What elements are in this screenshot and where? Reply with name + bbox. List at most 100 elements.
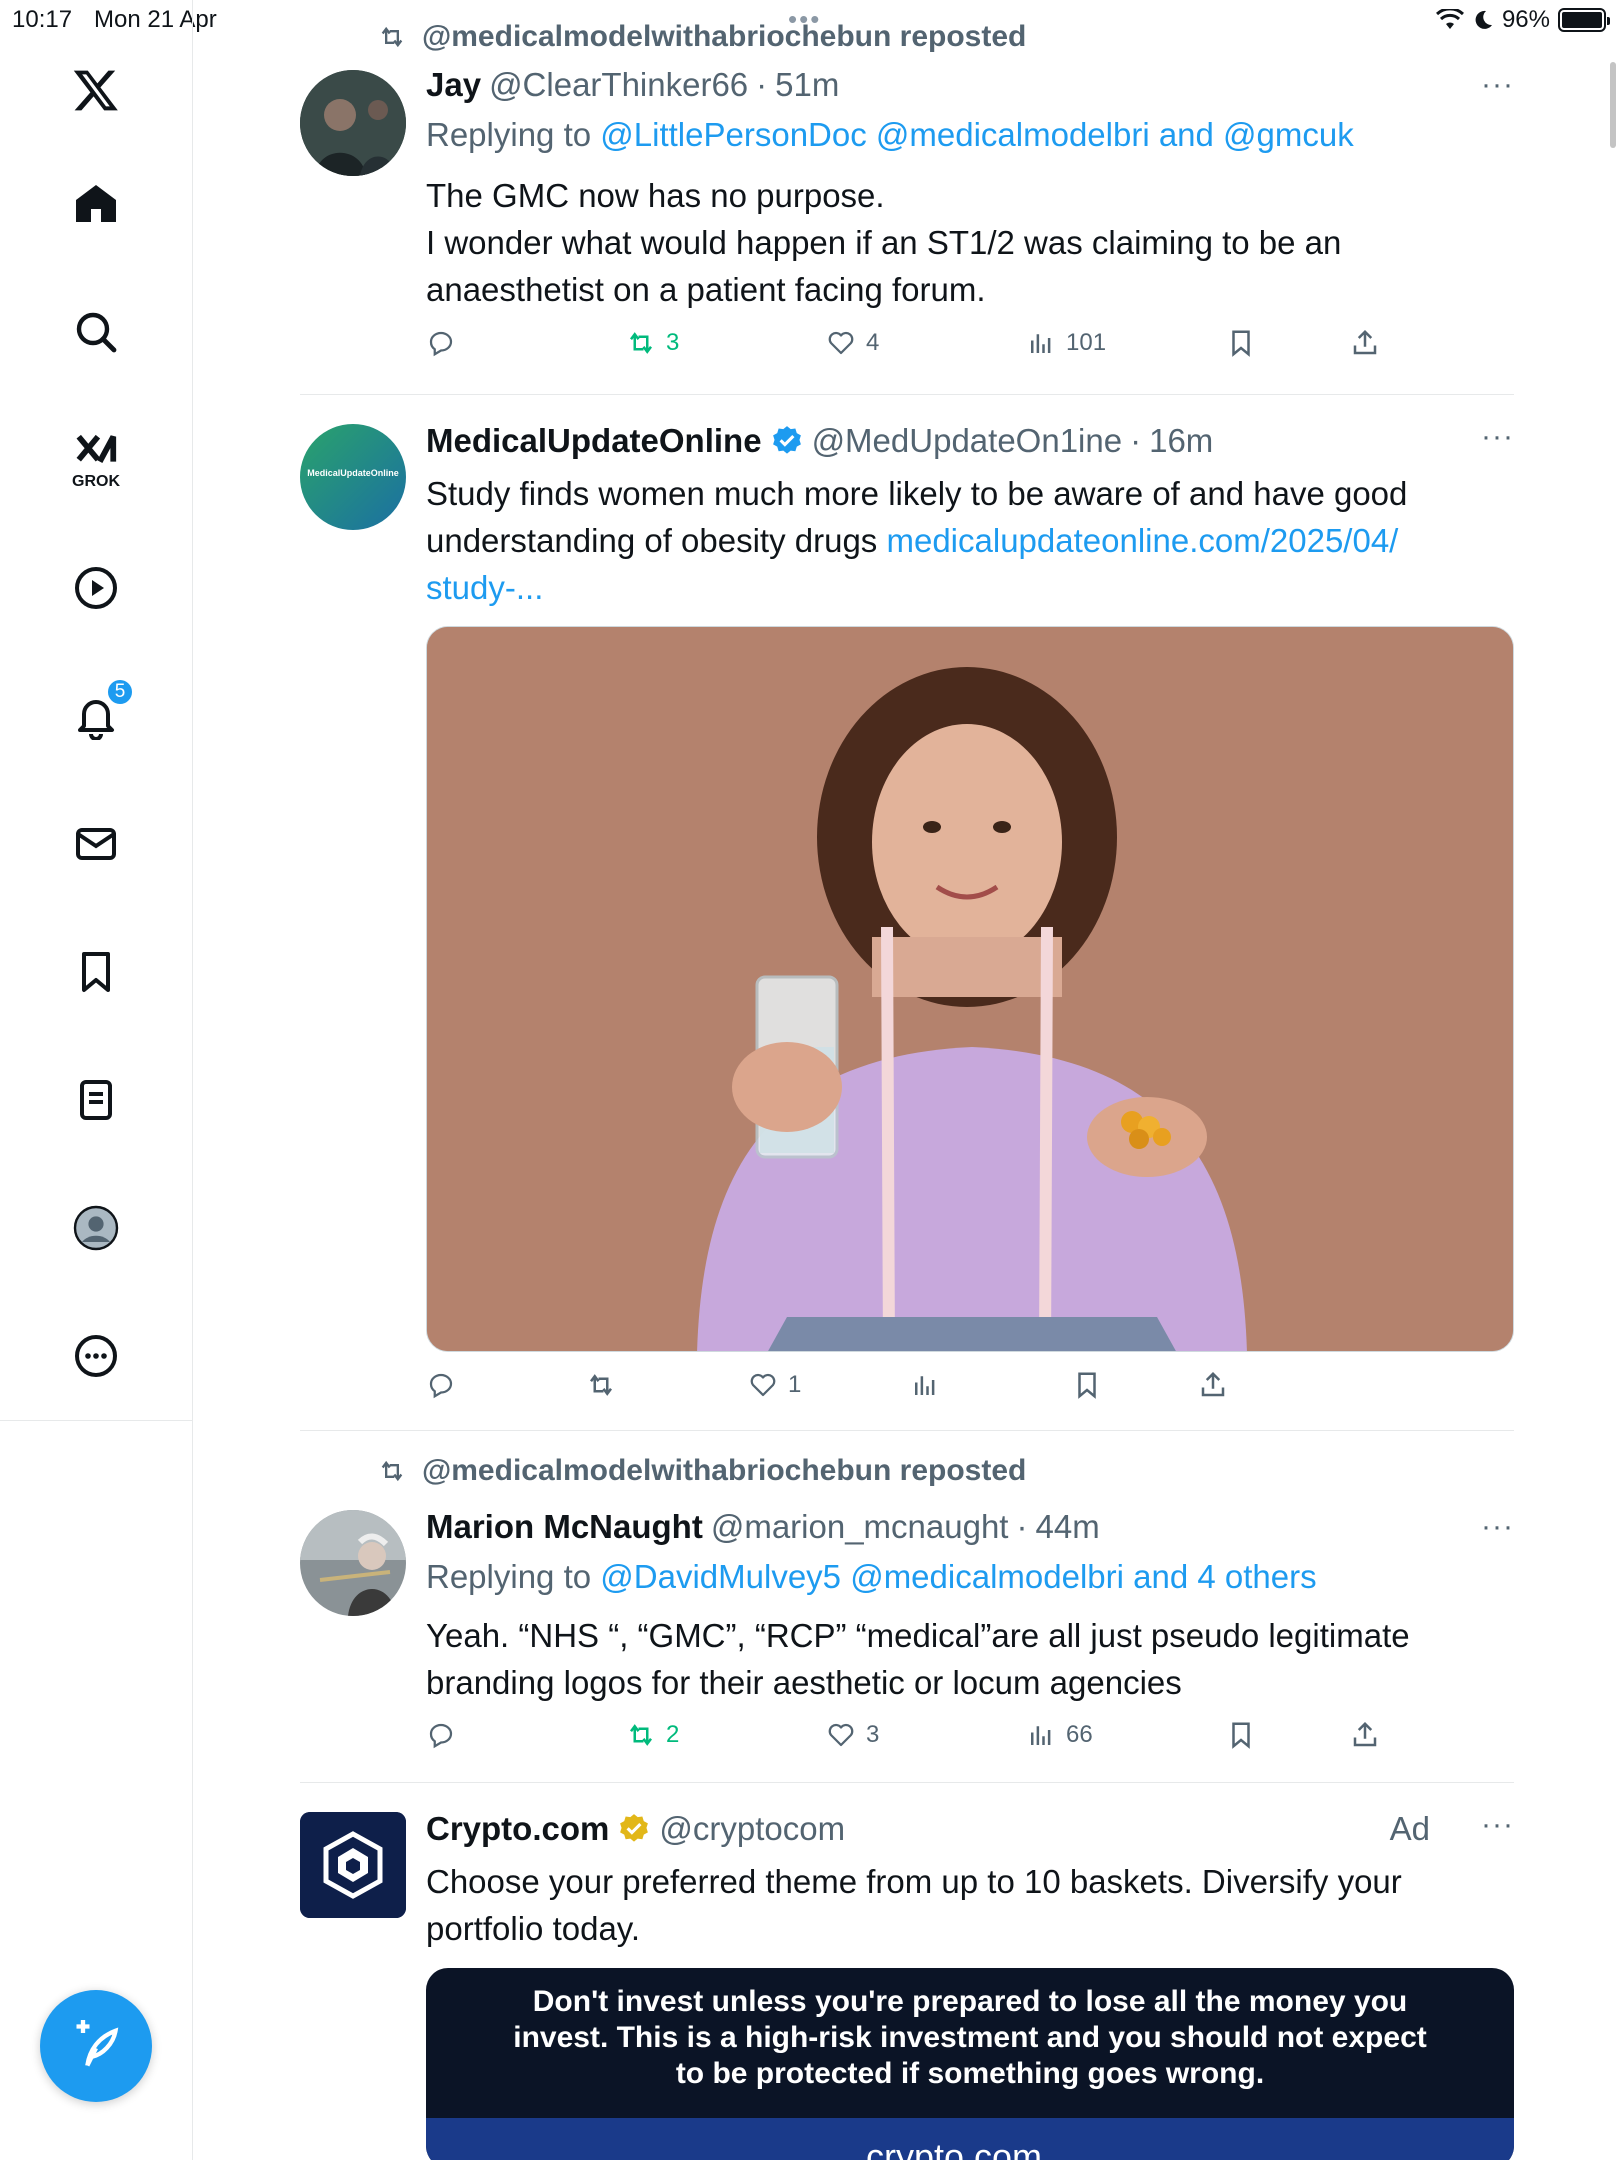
bookmarks-icon[interactable] (46, 922, 146, 1022)
notifications-badge: 5 (106, 678, 134, 706)
compose-button[interactable] (40, 1990, 152, 2102)
bookmark-button[interactable] (1072, 1370, 1102, 1400)
views-button[interactable]: 66 (1026, 1720, 1093, 1750)
avatar[interactable] (300, 1812, 406, 1918)
messages-icon[interactable] (46, 794, 146, 894)
ad-media[interactable]: Don't invest unless you're prepared to l… (426, 1968, 1514, 2160)
sidebar: GROK 5 (0, 0, 193, 2160)
replying-to: Replying to @LittlePersonDoc @medicalmod… (426, 116, 1354, 154)
reply-icon (429, 331, 453, 357)
author-name[interactable]: Crypto.com (426, 1810, 609, 1848)
retweet-button[interactable] (586, 1370, 626, 1400)
dot-separator: · (1130, 422, 1142, 459)
tweet-text-line: understanding of obesity drugs (426, 522, 887, 559)
tweet-header: Jay @ClearThinker66 · 51m (426, 66, 839, 104)
retweet-count: 2 (666, 1721, 680, 1748)
bookmark-button[interactable] (1226, 1720, 1256, 1750)
verified-badge-icon (772, 426, 801, 454)
reply-button[interactable] (426, 328, 456, 358)
article-link-continued[interactable]: study-... (426, 564, 1506, 611)
profile-icon[interactable] (46, 1178, 146, 1278)
reply-button[interactable] (426, 1720, 456, 1750)
tweet-text-line: The GMC now has no purpose. (426, 177, 885, 214)
play-circle-svg (75, 567, 117, 609)
author-name[interactable]: MedicalUpdateOnline (426, 422, 762, 460)
search-svg (76, 312, 117, 353)
bookmark-icon (1078, 1372, 1096, 1399)
tweet-time[interactable]: 16m (1149, 422, 1213, 460)
ad-brand-text: crypto.com (866, 2136, 1043, 2160)
author-name[interactable]: Jay (426, 66, 481, 104)
share-button[interactable] (1350, 328, 1380, 358)
wifi-icon (1435, 9, 1464, 29)
tweet-time[interactable]: 44m (1035, 1508, 1099, 1546)
share-button[interactable] (1350, 1720, 1380, 1750)
like-button[interactable]: 3 (826, 1720, 879, 1750)
notifications-icon[interactable]: 5 (46, 666, 146, 766)
bookmark-button[interactable] (1226, 328, 1256, 358)
replying-to-handles[interactable]: @LittlePersonDoc @medicalmodelbri and @g… (600, 116, 1353, 153)
lists-icon[interactable] (46, 1050, 146, 1150)
view-count: 66 (1066, 1721, 1093, 1748)
author-handle[interactable]: @MedUpdateOn1ine (812, 422, 1123, 460)
views-button[interactable] (910, 1370, 950, 1400)
views-button[interactable]: 101 (1026, 328, 1106, 358)
x-logo-svg (73, 70, 118, 111)
tweet-divider (300, 1782, 1514, 1783)
tweet-text: Yeah. “NHS “, “GMC”, “RCP” “medical”are … (426, 1612, 1506, 1706)
reply-button[interactable] (426, 1370, 456, 1400)
retweet-count: 3 (666, 329, 680, 356)
like-button[interactable]: 1 (748, 1370, 801, 1400)
like-count: 4 (866, 329, 880, 356)
tweet-header: Crypto.com @cryptocom (426, 1810, 845, 1848)
grok-icon[interactable]: GROK (46, 410, 146, 510)
avatar[interactable] (300, 1510, 406, 1616)
author-name[interactable]: Marion McNaught (426, 1508, 703, 1546)
repost-text: @medicalmodelwithabriochebun reposted (422, 20, 1027, 53)
tweet-actions: 3 4 101 (426, 328, 1426, 368)
retweet-icon (381, 1460, 403, 1482)
dot-separator: · (1016, 1508, 1028, 1545)
avatar-photo (300, 1510, 406, 1616)
more-options-icon[interactable]: ··· (1481, 1510, 1514, 1544)
tweet-text: Choose your preferred theme from up to 1… (426, 1858, 1506, 1952)
more-options-icon[interactable]: ··· (1481, 68, 1514, 102)
author-handle[interactable]: @ClearThinker66 (489, 66, 748, 104)
replying-to-handles[interactable]: @DavidMulvey5 @medicalmodelbri and 4 oth… (600, 1558, 1316, 1595)
moon-icon (1475, 10, 1492, 29)
reply-icon (429, 1723, 453, 1749)
author-handle[interactable]: @cryptocom (659, 1810, 845, 1848)
tweet-image[interactable] (426, 626, 1514, 1352)
video-icon[interactable] (46, 538, 146, 638)
ad-brand-strip: crypto.com (426, 2118, 1514, 2160)
search-icon[interactable] (46, 282, 146, 382)
scrollbar[interactable] (1610, 62, 1616, 148)
tweet-text-line: Study finds women much more likely to be… (426, 475, 1408, 512)
more-menu-icon[interactable] (46, 1306, 146, 1406)
heart-icon (828, 331, 854, 355)
article-link[interactable]: medicalupdateonline.com/2025/04/ (886, 522, 1398, 559)
share-icon (1201, 1371, 1225, 1397)
tweet-time[interactable]: 51m (775, 66, 839, 104)
avatar[interactable] (300, 70, 406, 176)
lists-svg (80, 1080, 112, 1120)
like-count: 3 (866, 1721, 880, 1748)
more-options-icon[interactable]: ··· (1481, 1808, 1514, 1842)
bookmark-svg (82, 952, 110, 992)
status-right: 96% (1435, 6, 1610, 34)
repost-indicator: @medicalmodelwithabriochebun reposted (376, 1454, 1026, 1488)
more-options-icon[interactable]: ··· (1481, 420, 1514, 454)
home-icon[interactable] (46, 154, 146, 254)
retweet-button[interactable]: 3 (626, 328, 679, 358)
author-handle[interactable]: @marion_mcnaught (711, 1508, 1009, 1546)
home-svg (76, 185, 116, 222)
share-button[interactable] (1198, 1370, 1228, 1400)
replying-to: Replying to @DavidMulvey5 @medicalmodelb… (426, 1558, 1317, 1596)
x-logo-icon[interactable] (46, 40, 146, 140)
like-button[interactable]: 4 (826, 328, 879, 358)
more-circle-svg (75, 1335, 117, 1377)
retweet-button[interactable]: 2 (626, 1720, 679, 1750)
crypto-logo-icon (300, 1812, 406, 1918)
tweet-text-line: Yeah. “NHS “, “GMC”, “RCP” “medical”are … (426, 1617, 1410, 1654)
avatar[interactable]: MedicalUpdateOnline (300, 424, 406, 530)
